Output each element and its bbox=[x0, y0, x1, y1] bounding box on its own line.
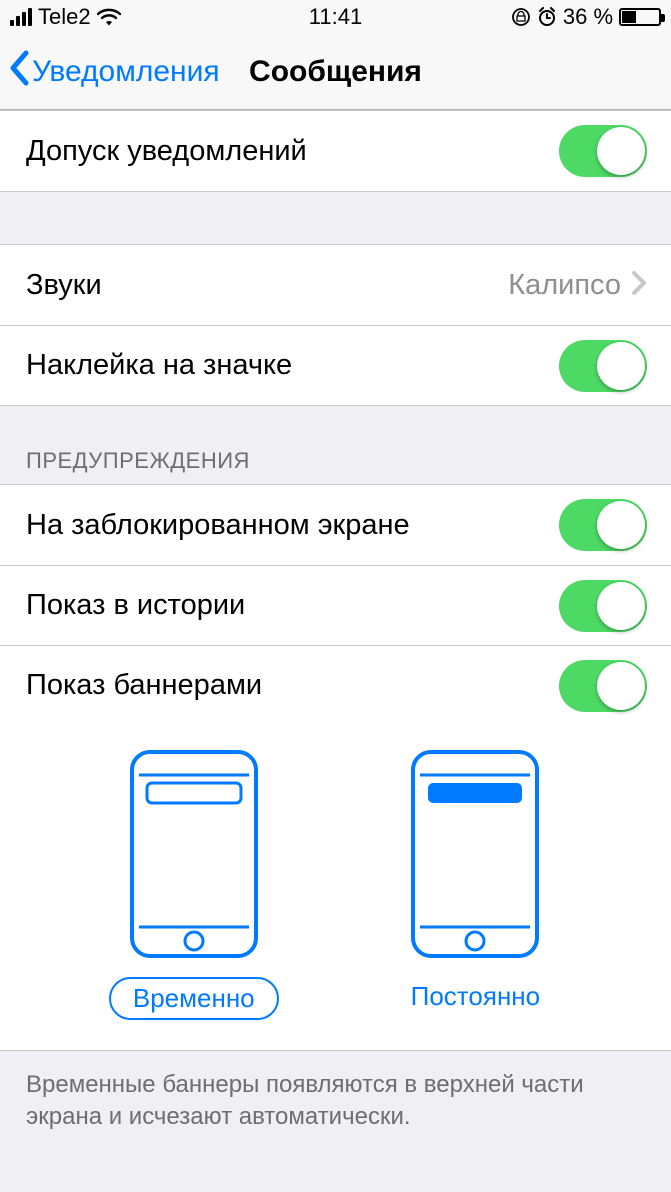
row-sounds[interactable]: Звуки Калипсо bbox=[0, 245, 671, 325]
row-value: Калипсо bbox=[508, 269, 621, 302]
alarm-icon bbox=[537, 7, 557, 27]
banner-style-picker: Временно Постоянно bbox=[0, 725, 671, 1051]
banner-option-persistent[interactable]: Постоянно bbox=[389, 749, 562, 1020]
row-badge-app-icon[interactable]: Наклейка на значке bbox=[0, 325, 671, 405]
row-label: Допуск уведомлений bbox=[26, 135, 559, 168]
switch-history[interactable] bbox=[559, 580, 647, 632]
banner-option-label: Постоянно bbox=[389, 977, 562, 1016]
row-label: На заблокированном экране bbox=[26, 509, 559, 542]
back-label: Уведомления bbox=[32, 55, 220, 89]
chevron-right-icon bbox=[631, 266, 647, 305]
row-banners[interactable]: Показ баннерами bbox=[0, 645, 671, 725]
row-allow-notifications[interactable]: Допуск уведомлений bbox=[0, 111, 671, 191]
switch-banners[interactable] bbox=[559, 660, 647, 712]
cellular-signal-icon bbox=[10, 8, 32, 26]
battery-percent: 36 % bbox=[563, 4, 613, 30]
rotation-lock-icon bbox=[511, 7, 531, 27]
status-bar: Tele2 11:41 36 % bbox=[0, 0, 671, 34]
row-history[interactable]: Показ в истории bbox=[0, 565, 671, 645]
phone-persistent-icon bbox=[410, 749, 540, 959]
group-header-alerts: ПРЕДУПРЕЖДЕНИЯ bbox=[0, 406, 671, 484]
group-alerts: На заблокированном экране Показ в истори… bbox=[0, 484, 671, 725]
row-label: Наклейка на значке bbox=[26, 349, 559, 382]
clock: 11:41 bbox=[309, 4, 362, 30]
nav-bar: Уведомления Сообщения bbox=[0, 34, 671, 110]
back-button[interactable]: Уведомления bbox=[0, 50, 220, 94]
wifi-icon bbox=[97, 8, 121, 26]
footer-hint: Временные баннеры появляются в верхней ч… bbox=[0, 1051, 671, 1134]
switch-badge[interactable] bbox=[559, 340, 647, 392]
switch-lock-screen[interactable] bbox=[559, 499, 647, 551]
row-lock-screen[interactable]: На заблокированном экране bbox=[0, 485, 671, 565]
carrier-label: Tele2 bbox=[38, 4, 91, 30]
banner-option-label: Временно bbox=[109, 977, 279, 1020]
group-allow: Допуск уведомлений bbox=[0, 110, 671, 192]
row-label: Показ в истории bbox=[26, 589, 559, 622]
switch-allow-notifications[interactable] bbox=[559, 125, 647, 177]
banner-option-temporary[interactable]: Временно bbox=[109, 749, 279, 1020]
row-label: Звуки bbox=[26, 269, 508, 302]
group-sound-badge: Звуки Калипсо Наклейка на значке bbox=[0, 244, 671, 406]
battery-icon bbox=[619, 8, 661, 26]
phone-temporary-icon bbox=[129, 749, 259, 959]
row-label: Показ баннерами bbox=[26, 669, 559, 702]
chevron-left-icon bbox=[8, 50, 30, 94]
